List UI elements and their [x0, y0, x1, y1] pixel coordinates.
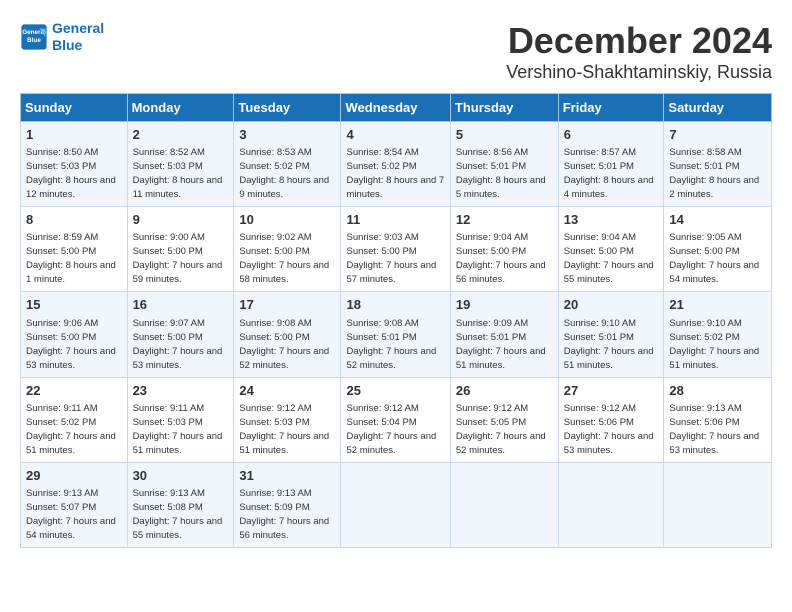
calendar-cell: 15Sunrise: 9:06 AMSunset: 5:00 PMDayligh…: [21, 292, 128, 377]
calendar-cell: 22Sunrise: 9:11 AMSunset: 5:02 PMDayligh…: [21, 377, 128, 462]
calendar-cell: 28Sunrise: 9:13 AMSunset: 5:06 PMDayligh…: [664, 377, 772, 462]
calendar-cell: 18Sunrise: 9:08 AMSunset: 5:01 PMDayligh…: [341, 292, 450, 377]
col-wednesday: Wednesday: [341, 94, 450, 122]
calendar-cell: 1Sunrise: 8:50 AMSunset: 5:03 PMDaylight…: [21, 122, 128, 207]
calendar-cell: 16Sunrise: 9:07 AMSunset: 5:00 PMDayligh…: [127, 292, 234, 377]
calendar-cell: 3Sunrise: 8:53 AMSunset: 5:02 PMDaylight…: [234, 122, 341, 207]
calendar-week-1: 1Sunrise: 8:50 AMSunset: 5:03 PMDaylight…: [21, 122, 772, 207]
logo-text: General Blue: [52, 20, 104, 54]
calendar-cell: 5Sunrise: 8:56 AMSunset: 5:01 PMDaylight…: [450, 122, 558, 207]
calendar-cell: 7Sunrise: 8:58 AMSunset: 5:01 PMDaylight…: [664, 122, 772, 207]
title-block: December 2024 Vershino-Shakhtaminskiy, R…: [506, 20, 772, 83]
svg-text:Blue: Blue: [27, 37, 41, 44]
col-tuesday: Tuesday: [234, 94, 341, 122]
header-row: Sunday Monday Tuesday Wednesday Thursday…: [21, 94, 772, 122]
calendar-cell: 9Sunrise: 9:00 AMSunset: 5:00 PMDaylight…: [127, 207, 234, 292]
logo-line2: Blue: [52, 37, 82, 53]
calendar-cell: 11Sunrise: 9:03 AMSunset: 5:00 PMDayligh…: [341, 207, 450, 292]
calendar-cell: 12Sunrise: 9:04 AMSunset: 5:00 PMDayligh…: [450, 207, 558, 292]
calendar-cell: 23Sunrise: 9:11 AMSunset: 5:03 PMDayligh…: [127, 377, 234, 462]
location-title: Vershino-Shakhtaminskiy, Russia: [506, 62, 772, 83]
logo-line1: General: [52, 20, 104, 36]
calendar-cell: 8Sunrise: 8:59 AMSunset: 5:00 PMDaylight…: [21, 207, 128, 292]
calendar-cell: 30Sunrise: 9:13 AMSunset: 5:08 PMDayligh…: [127, 462, 234, 547]
calendar-cell: 13Sunrise: 9:04 AMSunset: 5:00 PMDayligh…: [558, 207, 664, 292]
calendar-cell: 17Sunrise: 9:08 AMSunset: 5:00 PMDayligh…: [234, 292, 341, 377]
calendar-cell: 25Sunrise: 9:12 AMSunset: 5:04 PMDayligh…: [341, 377, 450, 462]
calendar-cell: 26Sunrise: 9:12 AMSunset: 5:05 PMDayligh…: [450, 377, 558, 462]
col-sunday: Sunday: [21, 94, 128, 122]
calendar-cell: 10Sunrise: 9:02 AMSunset: 5:00 PMDayligh…: [234, 207, 341, 292]
calendar-week-5: 29Sunrise: 9:13 AMSunset: 5:07 PMDayligh…: [21, 462, 772, 547]
calendar-week-3: 15Sunrise: 9:06 AMSunset: 5:00 PMDayligh…: [21, 292, 772, 377]
logo-icon: General Blue: [20, 23, 48, 51]
calendar-cell: 21Sunrise: 9:10 AMSunset: 5:02 PMDayligh…: [664, 292, 772, 377]
calendar-cell: 14Sunrise: 9:05 AMSunset: 5:00 PMDayligh…: [664, 207, 772, 292]
calendar-cell: [664, 462, 772, 547]
calendar-cell: [341, 462, 450, 547]
calendar-cell: 24Sunrise: 9:12 AMSunset: 5:03 PMDayligh…: [234, 377, 341, 462]
logo: General Blue General Blue: [20, 20, 104, 54]
month-title: December 2024: [506, 20, 772, 62]
calendar-cell: 27Sunrise: 9:12 AMSunset: 5:06 PMDayligh…: [558, 377, 664, 462]
calendar-cell: 29Sunrise: 9:13 AMSunset: 5:07 PMDayligh…: [21, 462, 128, 547]
col-thursday: Thursday: [450, 94, 558, 122]
calendar-cell: 20Sunrise: 9:10 AMSunset: 5:01 PMDayligh…: [558, 292, 664, 377]
calendar-cell: [558, 462, 664, 547]
page-header: General Blue General Blue December 2024 …: [20, 20, 772, 83]
calendar-cell: 2Sunrise: 8:52 AMSunset: 5:03 PMDaylight…: [127, 122, 234, 207]
calendar-week-4: 22Sunrise: 9:11 AMSunset: 5:02 PMDayligh…: [21, 377, 772, 462]
calendar-cell: 4Sunrise: 8:54 AMSunset: 5:02 PMDaylight…: [341, 122, 450, 207]
calendar-table: Sunday Monday Tuesday Wednesday Thursday…: [20, 93, 772, 548]
calendar-cell: 6Sunrise: 8:57 AMSunset: 5:01 PMDaylight…: [558, 122, 664, 207]
calendar-cell: 31Sunrise: 9:13 AMSunset: 5:09 PMDayligh…: [234, 462, 341, 547]
col-friday: Friday: [558, 94, 664, 122]
col-saturday: Saturday: [664, 94, 772, 122]
calendar-week-2: 8Sunrise: 8:59 AMSunset: 5:00 PMDaylight…: [21, 207, 772, 292]
calendar-cell: [450, 462, 558, 547]
calendar-cell: 19Sunrise: 9:09 AMSunset: 5:01 PMDayligh…: [450, 292, 558, 377]
col-monday: Monday: [127, 94, 234, 122]
